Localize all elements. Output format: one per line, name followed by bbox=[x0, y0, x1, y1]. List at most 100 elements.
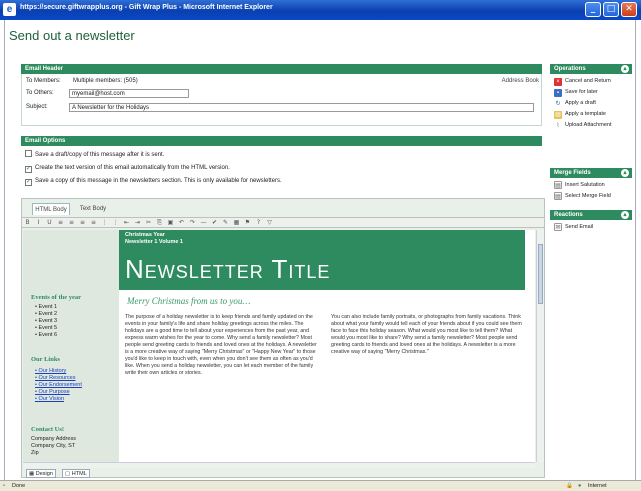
option-save-draft[interactable]: Save a draft/copy of this message after … bbox=[25, 150, 164, 160]
apply-template-button[interactable]: ▤ Apply a template bbox=[554, 109, 606, 119]
unordered-list-button[interactable]: ⋮ bbox=[110, 218, 121, 228]
apply-draft-button[interactable]: ↻ Apply a draft bbox=[554, 98, 595, 108]
help-icon[interactable]: ? bbox=[253, 218, 264, 228]
page-icon: ▫ bbox=[3, 483, 5, 489]
bold-button[interactable]: B bbox=[22, 218, 33, 228]
horizontal-rule-icon[interactable]: — bbox=[198, 218, 209, 228]
option-save-copy-newsletters[interactable]: ✓ Save a copy of this message in the news… bbox=[25, 176, 282, 186]
option-create-text-version[interactable]: ✓ Create the text version of this email a… bbox=[25, 163, 230, 173]
outdent-button[interactable]: ⇤ bbox=[121, 218, 132, 228]
option-label: Create the text version of this email au… bbox=[35, 165, 230, 171]
to-others-input[interactable]: myemail@host.com bbox=[69, 89, 189, 98]
link-our-vision[interactable]: • Our Vision bbox=[35, 396, 64, 403]
underline-button[interactable]: U bbox=[44, 218, 55, 228]
subject-input[interactable]: A Newsletter for the Holidays bbox=[69, 103, 534, 112]
operations-panel: × Cancel and Return ▪ Save for later ↻ Appl… bbox=[550, 74, 632, 130]
save-for-later-button[interactable]: ▪ Save for later bbox=[554, 87, 598, 97]
status-bar: ▫ Done 🔒 ● Internet bbox=[0, 480, 641, 491]
insert-table-icon[interactable]: ▦ bbox=[231, 218, 242, 228]
newsletter-sidebar: Events of the year • Event 1 • Event 2 •… bbox=[23, 230, 119, 462]
undo-icon[interactable]: ↶ bbox=[176, 218, 187, 228]
align-right-button[interactable]: ≡ bbox=[77, 218, 88, 228]
greeting: Merry Christmas from us to you… bbox=[127, 296, 251, 306]
collapse-icon: ▴ bbox=[621, 211, 629, 219]
checkbox[interactable] bbox=[25, 150, 32, 157]
scrollbar-thumb[interactable] bbox=[538, 244, 543, 304]
horizontal-scrollbar[interactable] bbox=[23, 462, 535, 468]
operations-heading: Operations ▴ bbox=[550, 64, 632, 74]
collapse-icon: ▴ bbox=[621, 65, 629, 73]
template-icon: ▤ bbox=[554, 111, 562, 119]
paste-icon[interactable]: ▣ bbox=[165, 218, 176, 228]
maximize-button[interactable]: □ bbox=[603, 2, 619, 17]
link-our-history[interactable]: • Our History bbox=[35, 368, 66, 375]
to-members-label: To Members: bbox=[26, 78, 61, 84]
newsletter-masthead: Christmas Year Newsletter 1 Volume 1 New… bbox=[119, 230, 525, 290]
tab-text-body[interactable]: Text Body bbox=[76, 203, 110, 215]
upload-attachment-button[interactable]: ⌇ Upload Attachment bbox=[554, 120, 612, 130]
italic-button[interactable]: I bbox=[33, 218, 44, 228]
close-button[interactable]: ✕ bbox=[621, 2, 637, 17]
newsletter-title: Newsletter Title bbox=[125, 254, 331, 284]
vertical-scrollbar[interactable] bbox=[536, 230, 544, 462]
article-right-column: You can also include family portraits, o… bbox=[331, 314, 522, 355]
reactions-panel: ✉ Send Email bbox=[550, 220, 632, 234]
email-options-panel: Save a draft/copy of this message after … bbox=[21, 148, 542, 193]
checkbox-checked[interactable]: ✓ bbox=[25, 179, 32, 186]
design-mode-tab[interactable]: ▦ Design bbox=[26, 469, 56, 478]
send-email-button[interactable]: ✉ Send Email bbox=[554, 222, 593, 232]
draft-icon: ↻ bbox=[555, 101, 561, 107]
cancel-and-return-button[interactable]: × Cancel and Return bbox=[554, 76, 611, 86]
checkbox-checked[interactable]: ✓ bbox=[25, 166, 32, 173]
ordered-list-button[interactable]: ⋮ bbox=[99, 218, 110, 228]
collapse-icon: ▴ bbox=[621, 169, 629, 177]
links-heading: Our Links bbox=[31, 356, 60, 363]
minimize-button[interactable]: _ bbox=[585, 2, 601, 17]
link-our-resources[interactable]: • Our Resources bbox=[35, 375, 75, 382]
align-left-button[interactable]: ≡ bbox=[55, 218, 66, 228]
redo-icon[interactable]: ↷ bbox=[187, 218, 198, 228]
to-members-value: Multiple members: (505) bbox=[73, 78, 138, 84]
send-email-icon: ✉ bbox=[554, 223, 562, 231]
insert-image-icon[interactable]: ⚑ bbox=[242, 218, 253, 228]
event-item: • Event 1 bbox=[35, 304, 58, 310]
email-header-panel: To Members: Multiple members: (505) Addr… bbox=[21, 74, 542, 126]
merge-field-icon: ▤ bbox=[554, 192, 562, 200]
option-label: Save a draft/copy of this message after … bbox=[35, 152, 165, 158]
link-our-purpose[interactable]: • Our Purpose bbox=[35, 389, 70, 396]
select-merge-field-button[interactable]: ▤ Select Merge Field bbox=[554, 191, 611, 201]
indent-button[interactable]: ⇥ bbox=[132, 218, 143, 228]
window-title: https://secure.giftwrapplus.org - Gift W… bbox=[20, 4, 273, 11]
issue-number: Newsletter 1 Volume 1 bbox=[125, 239, 183, 245]
html-icon: ▢ bbox=[65, 471, 71, 477]
attachment-icon: ⌇ bbox=[556, 123, 560, 129]
copy-icon[interactable]: ⎘ bbox=[154, 218, 165, 228]
globe-icon: ● bbox=[578, 483, 582, 489]
contact-line: Company City, ST bbox=[31, 443, 76, 449]
event-item: • Event 2 bbox=[35, 311, 58, 317]
window-title-bar: e https://secure.giftwrapplus.org - Gift… bbox=[0, 0, 641, 20]
justify-button[interactable]: ≡ bbox=[88, 218, 99, 228]
contact-line: Company Address bbox=[31, 436, 76, 442]
more-options-icon[interactable]: ▽ bbox=[264, 218, 275, 228]
align-center-button[interactable]: ≡ bbox=[66, 218, 77, 228]
event-item: • Event 3 bbox=[35, 318, 58, 324]
insert-icon: ▤ bbox=[554, 181, 562, 189]
address-book-link[interactable]: Address Book bbox=[502, 76, 539, 86]
reactions-heading: Reactions ▴ bbox=[550, 210, 632, 220]
tab-html-body[interactable]: HTML Body bbox=[32, 203, 70, 215]
html-mode-tab[interactable]: ▢ HTML bbox=[62, 469, 90, 478]
edit-icon[interactable]: ✎ bbox=[220, 218, 231, 228]
insert-salutation-button[interactable]: ▤ Insert Salutation bbox=[554, 180, 605, 190]
newsletter-document[interactable]: Events of the year • Event 1 • Event 2 •… bbox=[23, 230, 535, 462]
link-our-endorsement[interactable]: • Our Endorsement bbox=[35, 382, 82, 389]
issue-name: Christmas Year bbox=[125, 232, 165, 238]
security-zone: Internet bbox=[588, 483, 607, 489]
contact-heading: Contact Us! bbox=[31, 426, 65, 433]
email-options-heading: Email Options bbox=[21, 136, 542, 146]
event-item: • Event 6 bbox=[35, 332, 58, 338]
cut-icon[interactable]: ✂ bbox=[143, 218, 154, 228]
status-text: Done bbox=[12, 483, 26, 489]
subject-label: Subject: bbox=[26, 104, 48, 110]
spellcheck-icon[interactable]: ✔ bbox=[209, 218, 220, 228]
